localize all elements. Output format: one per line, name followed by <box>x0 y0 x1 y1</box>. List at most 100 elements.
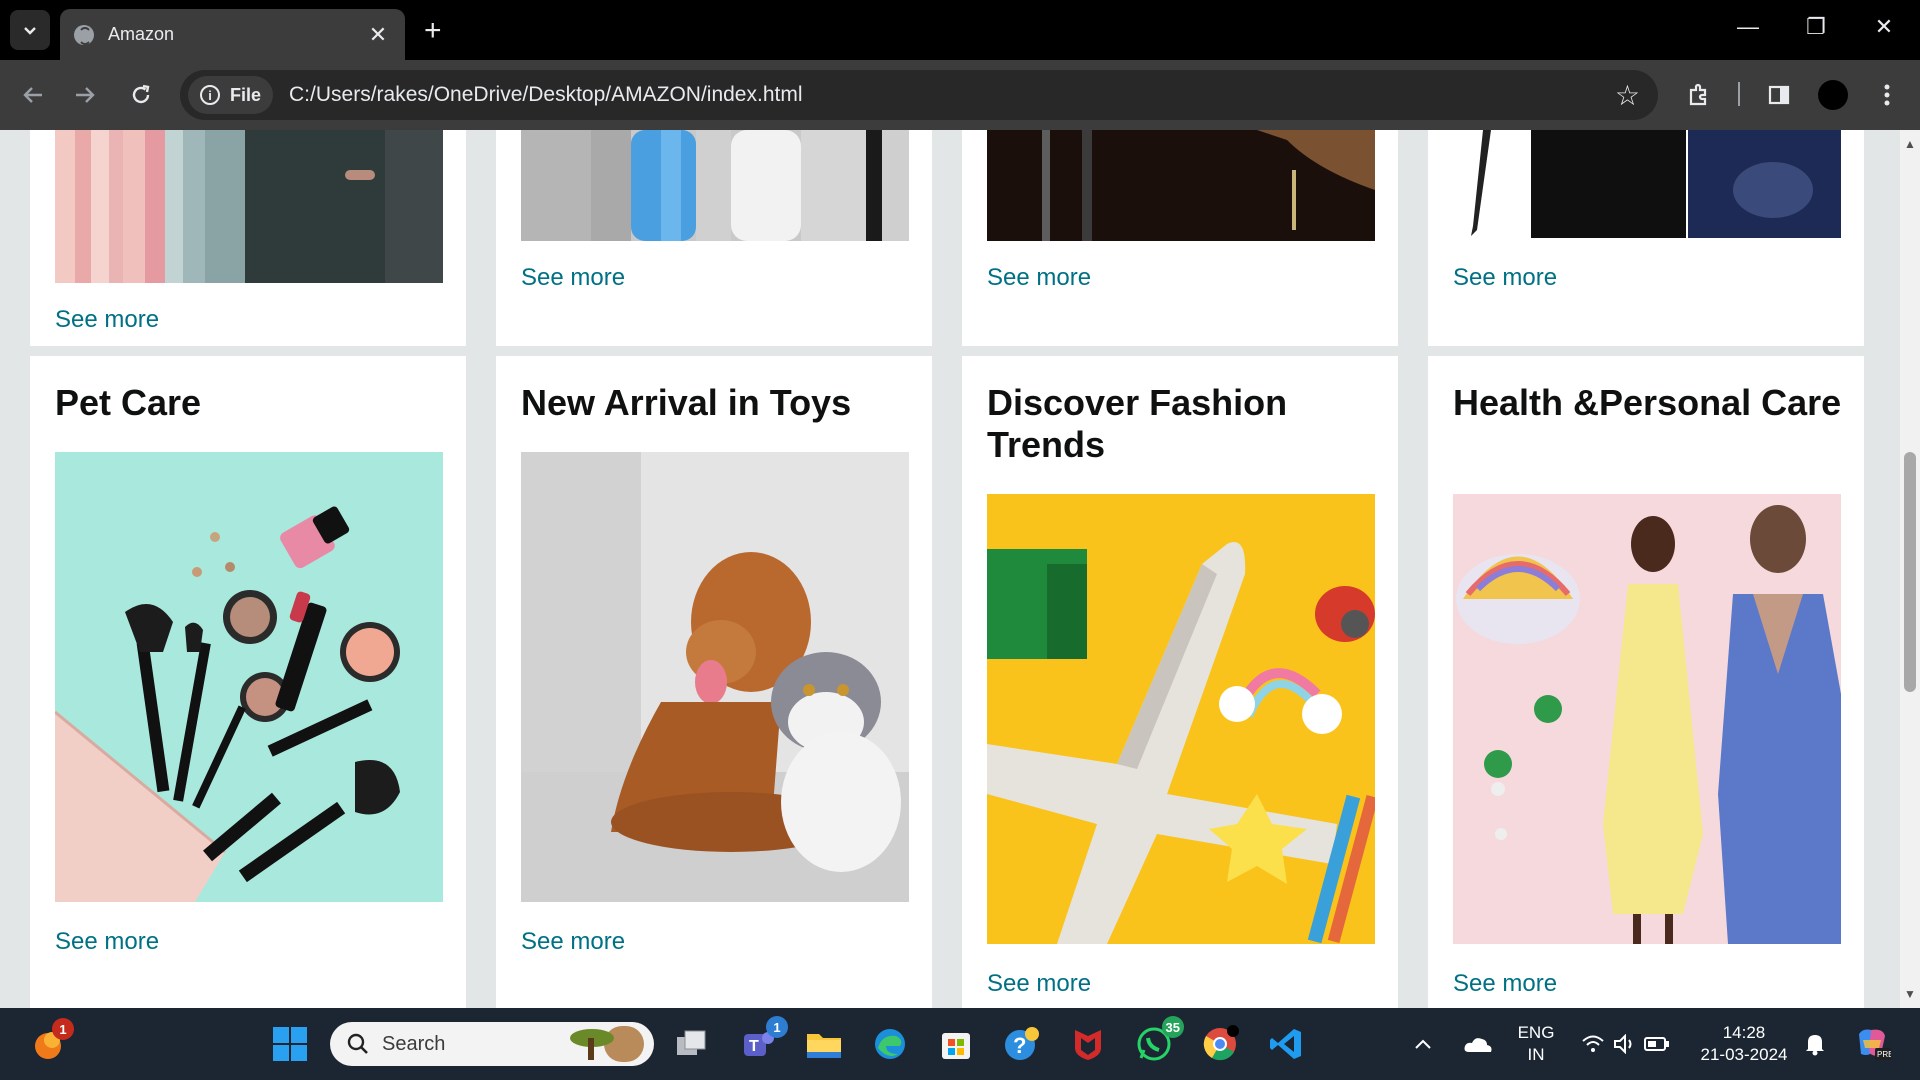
battery-tray[interactable] <box>1642 1022 1672 1066</box>
site-chip-label: File <box>230 84 262 105</box>
see-more-link[interactable]: See more <box>521 264 625 292</box>
language-indicator[interactable]: ENG IN <box>1516 1022 1556 1066</box>
site-info-chip[interactable]: i File <box>188 76 274 114</box>
card-top-2: See more <box>496 130 932 346</box>
chrome-app[interactable] <box>1198 1022 1242 1066</box>
browser-tab[interactable]: Amazon ✕ <box>60 9 405 60</box>
wifi-tray[interactable] <box>1578 1022 1608 1066</box>
battery-icon <box>1644 1037 1669 1051</box>
chevron-down-icon <box>24 27 36 35</box>
clock[interactable]: 14:28 21-03-2024 <box>1694 1022 1794 1066</box>
file-explorer-app[interactable] <box>802 1022 846 1066</box>
clock-time: 14:28 <box>1722 1023 1766 1042</box>
svg-text:T: T <box>749 1038 759 1055</box>
see-more-link[interactable]: See more <box>1453 264 1557 292</box>
card-health-personal-care: Health &Personal Care See more <box>1428 356 1864 1008</box>
see-more-link[interactable]: See more <box>521 928 625 956</box>
extensions-icon[interactable] <box>1682 78 1716 112</box>
teams-app[interactable]: T 1 <box>736 1016 788 1066</box>
mcafee-app[interactable] <box>1066 1022 1110 1066</box>
scroll-down-arrow-icon[interactable]: ▼ <box>1900 984 1920 1004</box>
info-icon: i <box>200 85 220 105</box>
help-app[interactable]: ? <box>1000 1022 1044 1066</box>
reload-icon <box>132 84 150 104</box>
side-panel-icon[interactable] <box>1762 78 1796 112</box>
tab-close-icon[interactable]: ✕ <box>365 22 391 48</box>
copilot-button[interactable]: PRE <box>1850 1022 1894 1066</box>
see-more-link[interactable]: See more <box>1453 970 1557 998</box>
svg-text:PRE: PRE <box>1877 1050 1891 1059</box>
restore-button[interactable]: ❐ <box>1796 14 1836 40</box>
card-title: Discover Fashion Trends <box>987 382 1288 465</box>
see-more-link[interactable]: See more <box>55 306 159 334</box>
volume-tray[interactable] <box>1610 1022 1640 1066</box>
language-code: ENG <box>1517 1023 1555 1042</box>
shield-icon <box>1075 1030 1101 1060</box>
url-text[interactable]: C:/Users/rakes/OneDrive/Desktop/AMAZON/i… <box>289 83 1615 107</box>
wifi-icon <box>1582 1035 1604 1052</box>
card-image[interactable] <box>521 452 909 902</box>
card-image[interactable] <box>55 130 443 283</box>
teams-badge: 1 <box>766 1016 788 1038</box>
profile-avatar[interactable] <box>1818 80 1848 110</box>
speaker-icon <box>1614 1034 1632 1054</box>
edge-app[interactable] <box>868 1022 912 1066</box>
chrome-icon <box>1203 1025 1239 1061</box>
address-bar[interactable]: i File C:/Users/rakes/OneDrive/Desktop/A… <box>180 70 1658 120</box>
browser-toolbar: i File C:/Users/rakes/OneDrive/Desktop/A… <box>0 60 1920 130</box>
card-image[interactable] <box>1453 494 1841 944</box>
search-highlight-icon <box>570 1026 644 1062</box>
region-code: IN <box>1527 1045 1545 1064</box>
new-tab-button[interactable]: + <box>424 14 442 48</box>
copilot-icon: PRE <box>1859 1029 1891 1060</box>
scroll-thumb[interactable] <box>1904 452 1916 692</box>
more-menu-icon[interactable] <box>1870 78 1904 112</box>
card-image[interactable] <box>55 452 443 902</box>
notification-center[interactable] <box>1800 1022 1830 1066</box>
scroll-up-arrow-icon[interactable]: ▲ <box>1900 134 1920 154</box>
card-new-arrival-toys: New Arrival in Toys See more <box>496 356 932 1008</box>
card-title: Health &Personal Care <box>1453 382 1842 423</box>
svg-text:?: ? <box>1013 1033 1026 1058</box>
see-more-link[interactable]: See more <box>987 970 1091 998</box>
task-view-button[interactable] <box>670 1022 714 1066</box>
tab-search-button[interactable] <box>10 10 50 50</box>
onedrive-tray[interactable] <box>1458 1022 1498 1066</box>
start-button[interactable] <box>268 1022 312 1066</box>
card-image[interactable] <box>987 130 1375 241</box>
window-close-button[interactable]: ✕ <box>1864 14 1904 40</box>
card-image[interactable] <box>987 494 1375 944</box>
chevron-up-icon <box>1415 1039 1431 1049</box>
help-icon: ? <box>1005 1027 1039 1060</box>
store-app[interactable] <box>934 1022 978 1066</box>
page-scrollbar[interactable]: ▲ ▼ <box>1900 130 1920 1008</box>
card-image[interactable] <box>521 130 909 241</box>
card-title: Pet Care <box>55 382 202 423</box>
vscode-app[interactable] <box>1264 1022 1308 1066</box>
bell-icon <box>1806 1035 1824 1056</box>
windows-logo-icon <box>273 1027 307 1061</box>
store-icon <box>942 1033 970 1059</box>
weather-widget[interactable]: 1 <box>26 1018 74 1066</box>
browser-titlebar: Amazon ✕ + — ❐ ✕ <box>0 0 1920 60</box>
forward-button[interactable] <box>66 76 104 114</box>
taskbar-search[interactable]: Search <box>330 1022 654 1066</box>
minimize-button[interactable]: — <box>1728 14 1768 40</box>
see-more-link[interactable]: See more <box>987 264 1091 292</box>
card-image[interactable] <box>1453 130 1841 241</box>
windows-taskbar: 1 Search T 1 ? 35 ENG IN 14:28 21-03-202… <box>0 1008 1920 1080</box>
task-view-icon <box>677 1030 706 1055</box>
card-top-4: See more <box>1428 130 1864 346</box>
clock-date: 21-03-2024 <box>1700 1045 1788 1064</box>
back-button[interactable] <box>14 76 52 114</box>
card-pet-care: Pet Care See more <box>30 356 466 1008</box>
reload-button[interactable] <box>122 76 160 114</box>
show-hidden-icons[interactable] <box>1408 1022 1438 1066</box>
search-placeholder: Search <box>382 1032 446 1055</box>
card-top-3: See more <box>962 130 1398 346</box>
see-more-link[interactable]: See more <box>55 928 159 956</box>
folder-icon <box>807 1034 841 1058</box>
whatsapp-app[interactable]: 35 <box>1132 1016 1184 1066</box>
bookmark-star-icon[interactable]: ☆ <box>1615 79 1640 112</box>
globe-icon <box>74 24 94 45</box>
